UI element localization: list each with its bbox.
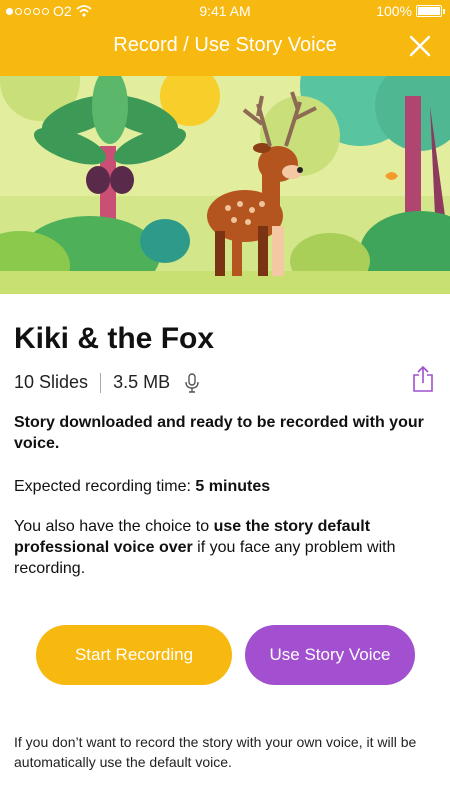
- story-cover-illustration: [0, 76, 450, 294]
- close-icon[interactable]: [408, 34, 432, 58]
- use-story-voice-button[interactable]: Use Story Voice: [245, 625, 415, 685]
- battery-icon: [416, 5, 445, 17]
- microphone-icon: [185, 372, 199, 393]
- expected-time: Expected recording time: 5 minutes: [14, 476, 434, 497]
- header-bar: O2 9:41 AM 100% Record / Use Story Voice: [0, 0, 450, 76]
- ready-message: Story downloaded and ready to be recorde…: [14, 414, 424, 452]
- voice-choice-note: You also have the choice to use the stor…: [14, 516, 434, 579]
- start-recording-button[interactable]: Start Recording: [36, 625, 232, 685]
- page-title: Record / Use Story Voice: [113, 34, 337, 56]
- battery-label: 100%: [376, 3, 412, 19]
- story-meta: 10 Slides 3.5 MB: [14, 372, 200, 393]
- expected-time-label: Expected recording time:: [14, 478, 196, 495]
- choice-prefix: You also have the choice to: [14, 518, 214, 535]
- story-title: Kiki & the Fox: [14, 322, 215, 355]
- share-icon[interactable]: [412, 366, 434, 392]
- meta-divider: [100, 372, 102, 393]
- expected-time-value: 5 minutes: [195, 478, 271, 495]
- slides-count: 10 Slides: [14, 372, 89, 392]
- footnote: If you don’t want to record the story wi…: [14, 734, 417, 770]
- file-size: 3.5 MB: [113, 372, 171, 392]
- status-bar: O2 9:41 AM 100%: [0, 0, 450, 22]
